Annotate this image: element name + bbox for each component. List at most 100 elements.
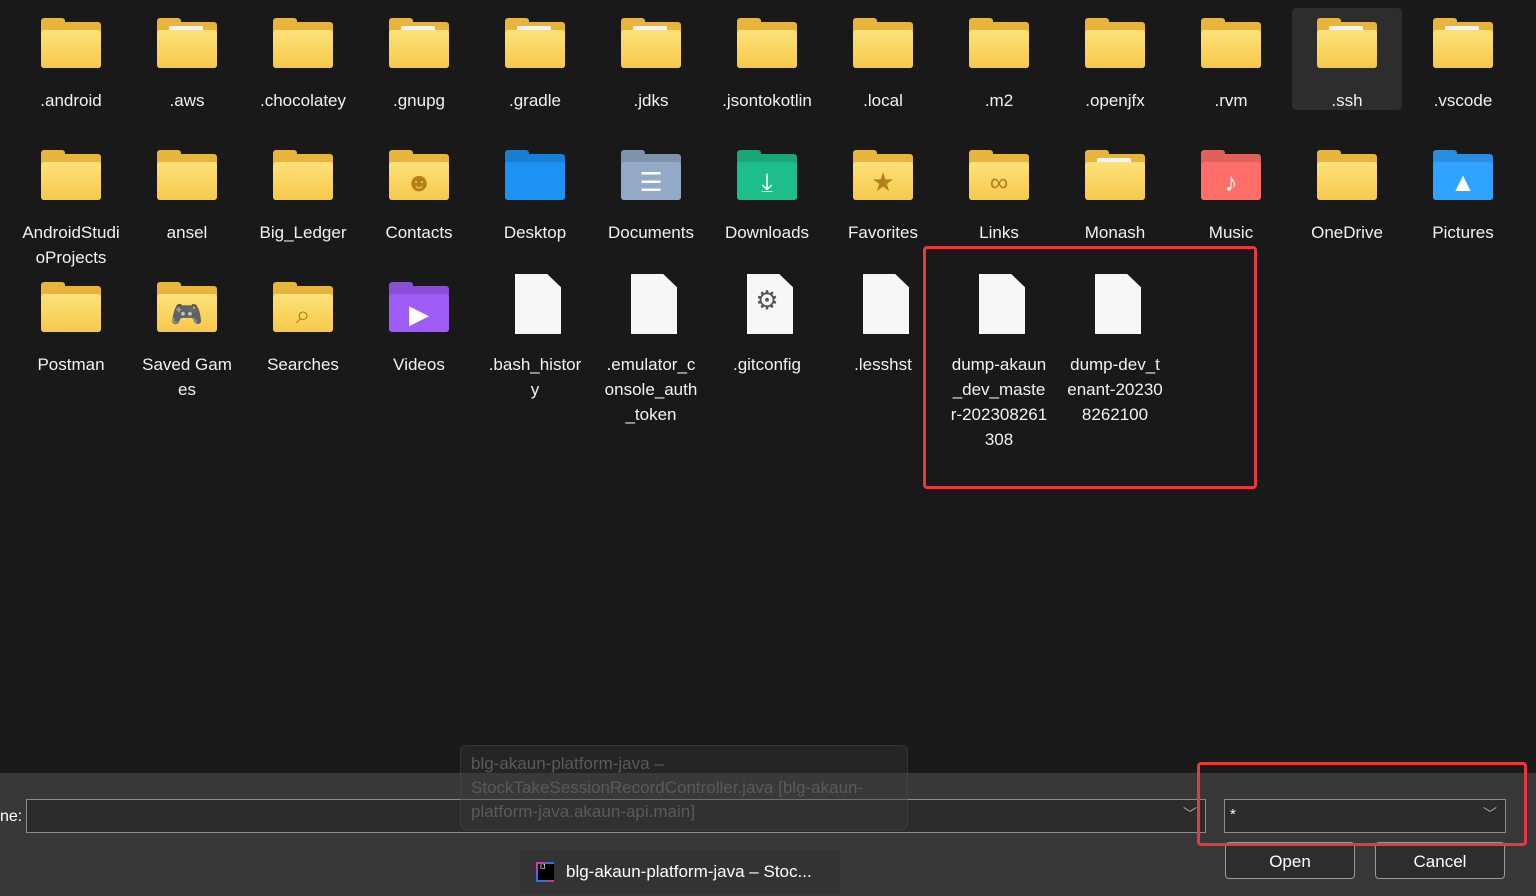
file-item[interactable]: .lesshst xyxy=(828,272,938,377)
file-item[interactable]: ☻ Contacts xyxy=(364,140,474,245)
file-item[interactable]: ⚙ .gitconfig xyxy=(712,272,822,377)
file-item-label: .m2 xyxy=(984,91,1014,110)
file-item-label: .ssh xyxy=(1331,91,1363,110)
file-item-label: Monash xyxy=(1084,223,1146,242)
folder-icon: ★ xyxy=(851,150,915,202)
file-item-label: .jsontokotlin xyxy=(722,91,812,110)
file-item[interactable]: ▶ Videos xyxy=(364,272,474,377)
file-item[interactable]: Monash xyxy=(1060,140,1170,245)
folder-icon xyxy=(735,18,799,70)
file-item-label: AndroidStudioProjects xyxy=(22,223,120,267)
file-item[interactable]: ansel xyxy=(132,140,242,245)
file-item-label: .emulator_console_auth_token xyxy=(604,355,698,424)
file-item[interactable]: .jsontokotlin xyxy=(712,8,822,113)
folder-icon xyxy=(39,150,103,202)
folder-icon xyxy=(39,282,103,334)
folder-icon xyxy=(1315,150,1379,202)
folder-icon xyxy=(155,150,219,202)
file-item-label: Saved Games xyxy=(142,355,232,399)
file-item-label: .local xyxy=(863,91,903,110)
file-item[interactable]: OneDrive xyxy=(1292,140,1402,245)
file-item[interactable]: .jdks xyxy=(596,8,706,113)
file-item[interactable]: .gnupg xyxy=(364,8,474,113)
folder-icon xyxy=(1083,150,1147,202)
folder-icon xyxy=(619,18,683,70)
cancel-button[interactable]: Cancel xyxy=(1375,842,1505,879)
folder-icon xyxy=(503,18,567,70)
file-item-label: .gitconfig xyxy=(732,355,802,374)
file-item-label: Downloads xyxy=(724,223,810,242)
file-item-label: .bash_history xyxy=(488,355,582,399)
folder-icon: ☰ xyxy=(619,150,683,202)
file-icon xyxy=(851,274,915,334)
highlight-box-dump-files xyxy=(923,246,1257,489)
folder-icon xyxy=(1315,18,1379,70)
file-item[interactable]: .chocolatey xyxy=(248,8,358,113)
file-item-label: Links xyxy=(979,223,1019,242)
file-item-label: .chocolatey xyxy=(260,91,346,110)
file-item-label: .gradle xyxy=(509,91,561,110)
intellij-icon: IJ xyxy=(536,862,554,882)
folder-icon xyxy=(1083,18,1147,70)
file-item[interactable]: .vscode xyxy=(1408,8,1518,113)
file-item-label: Favorites xyxy=(848,223,918,242)
file-item-label: Contacts xyxy=(385,223,453,242)
file-icon xyxy=(619,274,683,334)
folder-icon: ♪ xyxy=(1199,150,1263,202)
open-button[interactable]: Open xyxy=(1225,842,1355,879)
file-item-label: .gnupg xyxy=(393,91,445,110)
file-item-label: Music xyxy=(1208,223,1254,242)
file-item[interactable]: ♪ Music xyxy=(1176,140,1286,245)
file-item[interactable]: .openjfx xyxy=(1060,8,1170,113)
file-item-label: OneDrive xyxy=(1311,223,1383,242)
file-item[interactable]: ⌕ Searches xyxy=(248,272,358,377)
file-item[interactable]: ☰ Documents xyxy=(596,140,706,245)
file-item-label: Videos xyxy=(393,355,445,374)
file-item[interactable]: Postman xyxy=(16,272,126,377)
file-item[interactable]: Desktop xyxy=(480,140,590,245)
folder-icon: ▶ xyxy=(387,282,451,334)
file-item-label: .rvm xyxy=(1214,91,1248,110)
file-item[interactable]: AndroidStudioProjects xyxy=(16,140,126,270)
file-item-label: ansel xyxy=(166,223,208,242)
folder-icon xyxy=(503,150,567,202)
file-item[interactable]: .ssh xyxy=(1292,8,1402,110)
file-item[interactable]: ⤓ Downloads xyxy=(712,140,822,245)
file-item-label: Documents xyxy=(608,223,694,242)
file-item[interactable]: .gradle xyxy=(480,8,590,113)
file-item-label: Desktop xyxy=(503,223,567,242)
folder-icon xyxy=(1199,18,1263,70)
folder-icon xyxy=(1431,18,1495,70)
file-item-label: Pictures xyxy=(1432,223,1494,242)
folder-icon: ∞ xyxy=(967,150,1031,202)
folder-icon: 🎮 xyxy=(155,282,219,334)
file-item[interactable]: Big_Ledger xyxy=(248,140,358,245)
file-item[interactable]: .emulator_console_auth_token xyxy=(596,272,706,427)
file-item-label: .jdks xyxy=(633,91,669,110)
chevron-down-icon[interactable]: ﹀ xyxy=(1183,804,1197,824)
folder-icon xyxy=(271,150,335,202)
filename-label: ne: xyxy=(0,808,23,825)
file-item[interactable]: .local xyxy=(828,8,938,113)
file-item[interactable]: .m2 xyxy=(944,8,1054,113)
file-item[interactable]: 🎮 Saved Games xyxy=(132,272,242,402)
file-item[interactable]: ★ Favorites xyxy=(828,140,938,245)
file-item[interactable]: ∞ Links xyxy=(944,140,1054,245)
file-item[interactable]: .rvm xyxy=(1176,8,1286,113)
file-item[interactable]: .aws xyxy=(132,8,242,113)
file-item[interactable]: .android xyxy=(16,8,126,113)
file-item-label: Searches xyxy=(267,355,339,374)
file-item[interactable]: ▲ Pictures xyxy=(1408,140,1518,245)
file-icon xyxy=(503,274,567,334)
folder-icon: ⤓ xyxy=(735,150,799,202)
taskbar-preview-item[interactable]: IJ blg-akaun-platform-java – Stoc... xyxy=(520,850,840,894)
file-icon: ⚙ xyxy=(735,274,799,334)
file-item-label: .vscode xyxy=(1433,91,1493,110)
folder-icon xyxy=(967,18,1031,70)
file-item-label: Big_Ledger xyxy=(259,223,347,242)
taskbar-item-label: blg-akaun-platform-java – Stoc... xyxy=(566,862,812,881)
folder-icon: ⌕ xyxy=(271,282,335,334)
file-item[interactable]: .bash_history xyxy=(480,272,590,402)
file-item-label: .aws xyxy=(169,91,205,110)
file-item-label: .lesshst xyxy=(854,355,912,374)
